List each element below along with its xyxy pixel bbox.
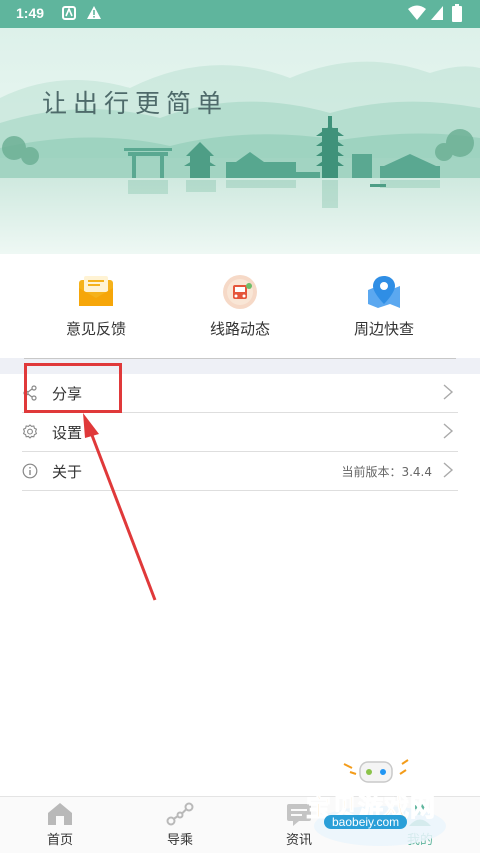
chevron-right-icon: [443, 423, 454, 439]
hero-banner: 让出行更简单: [0, 28, 480, 254]
wifi-icon: [408, 5, 426, 20]
feedback-button[interactable]: 意见反馈: [36, 274, 156, 339]
route-bus-icon: [223, 275, 257, 309]
route-status-button[interactable]: 线路动态: [180, 274, 300, 339]
route-icon: [166, 802, 194, 826]
tab-home-label: 首页: [46, 833, 73, 848]
tab-guide-label: 导乘: [166, 833, 193, 848]
banner-title: 让出行更简单: [42, 89, 229, 118]
info-icon: [22, 463, 38, 479]
divider-line: [24, 358, 456, 359]
nearby-search-label: 周边快查: [353, 320, 414, 338]
feedback-envelope-icon: [79, 276, 113, 306]
settings-label: 设置: [52, 424, 83, 442]
tab-guide[interactable]: 导乘: [140, 801, 220, 848]
warning-icon: [87, 6, 101, 19]
menu-item-about[interactable]: 关于 当前版本：3.4.4: [22, 452, 458, 491]
tab-home[interactable]: 首页: [20, 801, 100, 848]
city-skyline-illustration: [0, 28, 480, 254]
battery-icon: [452, 4, 462, 22]
map-pin-icon: [368, 276, 400, 308]
feedback-label: 意见反馈: [65, 320, 126, 338]
gear-icon: [22, 424, 38, 439]
menu-item-settings[interactable]: 设置: [22, 413, 458, 452]
route-status-label: 线路动态: [209, 320, 270, 338]
chevron-right-icon: [443, 384, 454, 400]
watermark-url: baobeiy.com: [324, 815, 408, 829]
about-label: 关于: [52, 463, 83, 481]
signal-icon: [431, 6, 443, 20]
quick-actions: 意见反馈 线路动态 周边快查: [0, 254, 480, 358]
highlight-box: [24, 363, 122, 413]
chevron-right-icon: [443, 462, 454, 478]
version-text: 当前版本：3.4.4: [341, 465, 432, 479]
status-time: 1:49: [16, 5, 45, 21]
notification-a-icon: [62, 6, 76, 20]
status-bar: 1:49: [0, 0, 480, 28]
watermark: 宝贝游戏网 baobeiy.com: [302, 758, 452, 852]
nearby-search-button[interactable]: 周边快查: [324, 274, 444, 339]
home-icon: [48, 803, 72, 825]
